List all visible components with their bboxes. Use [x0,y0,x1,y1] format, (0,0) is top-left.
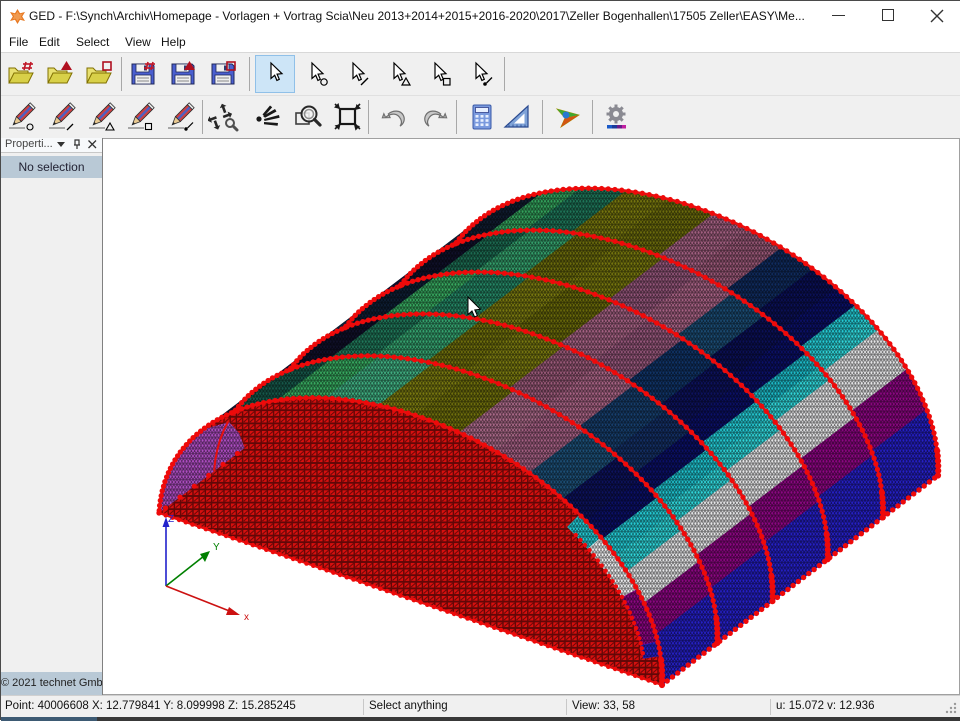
svg-text:Y: Y [213,542,220,553]
svg-text:x: x [244,612,249,623]
svg-text:Z: Z [168,514,174,525]
